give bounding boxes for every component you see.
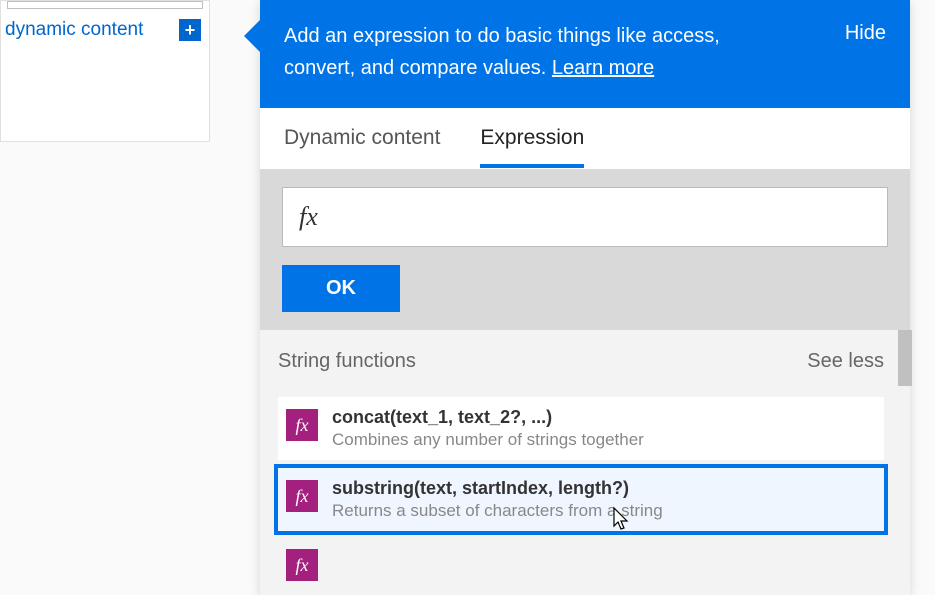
tab-expression[interactable]: Expression	[480, 126, 584, 168]
function-item-concat[interactable]: fx concat(text_1, text_2?, ...) Combines…	[278, 397, 884, 460]
functions-title: String functions	[278, 350, 416, 373]
dynamic-content-row[interactable]: dynamic content +	[1, 19, 209, 41]
fx-badge-icon: fx	[286, 409, 318, 441]
hide-button[interactable]: Hide	[845, 22, 886, 45]
tabs-row: Dynamic content Expression	[260, 108, 910, 169]
flyout-header-text: Add an expression to do basic things lik…	[284, 20, 794, 84]
expression-input-section: fx OK	[260, 169, 910, 330]
fx-badge-icon: fx	[286, 549, 318, 581]
flyout-arrow-icon	[244, 20, 260, 52]
function-description: Combines any number of strings together	[332, 430, 876, 450]
learn-more-link[interactable]: Learn more	[552, 57, 654, 79]
fx-badge-icon: fx	[286, 480, 318, 512]
ok-button[interactable]: OK	[282, 265, 400, 312]
fx-icon: fx	[299, 202, 318, 232]
expression-flyout: Add an expression to do basic things lik…	[260, 0, 910, 595]
function-description: Returns a subset of characters from a st…	[332, 501, 876, 521]
tab-dynamic-content[interactable]: Dynamic content	[284, 126, 440, 168]
plus-icon[interactable]: +	[179, 19, 201, 41]
function-signature: concat(text_1, text_2?, ...)	[332, 407, 876, 428]
see-less-link[interactable]: See less	[807, 350, 884, 373]
expression-input[interactable]: fx	[282, 187, 888, 247]
left-panel: dynamic content +	[0, 0, 210, 142]
header-description: Add an expression to do basic things lik…	[284, 25, 720, 79]
function-signature: substring(text, startIndex, length?)	[332, 478, 876, 499]
function-item-partial[interactable]: fx	[278, 539, 884, 581]
flyout-header: Add an expression to do basic things lik…	[260, 0, 910, 108]
dynamic-content-label: dynamic content	[5, 19, 143, 41]
function-item-substring[interactable]: fx substring(text, startIndex, length?) …	[274, 464, 888, 535]
functions-section: String functions See less fx concat(text…	[260, 330, 910, 595]
field-box	[7, 1, 203, 9]
functions-header: String functions See less	[278, 350, 884, 373]
scrollbar-thumb[interactable]	[898, 330, 912, 386]
function-text: concat(text_1, text_2?, ...) Combines an…	[332, 407, 876, 450]
function-text: substring(text, startIndex, length?) Ret…	[332, 478, 876, 521]
